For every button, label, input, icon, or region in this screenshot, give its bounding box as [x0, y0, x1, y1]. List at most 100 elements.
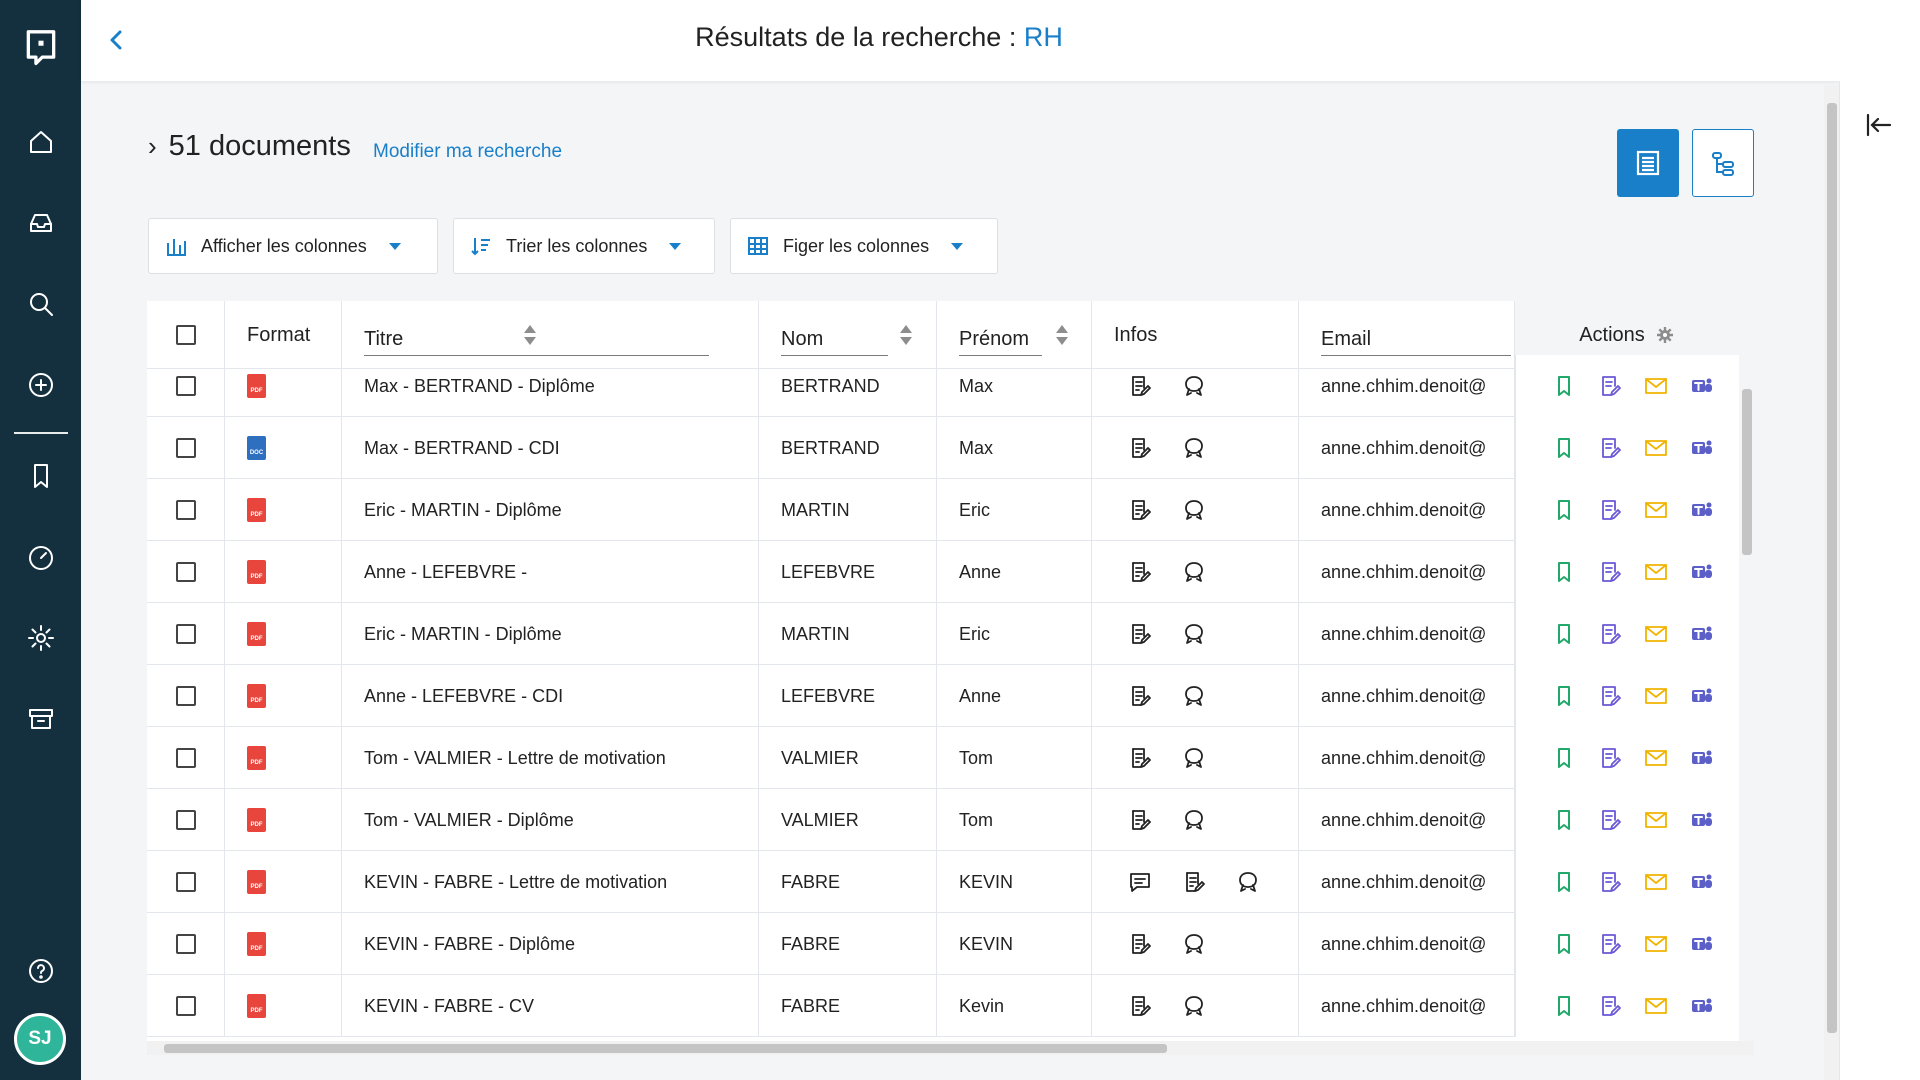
add-circle-icon[interactable]	[0, 365, 81, 405]
results-count[interactable]: › 51 documents	[148, 130, 351, 163]
list-view-button[interactable]	[1617, 129, 1679, 197]
row-checkbox[interactable]	[175, 810, 196, 830]
edit-note-icon[interactable]	[1128, 808, 1152, 832]
bookmark-action-icon[interactable]	[1552, 994, 1576, 1018]
badge-icon[interactable]	[1182, 932, 1206, 956]
email-cell[interactable]: anne.chhim.denoit@	[1299, 417, 1515, 479]
edit-note-icon[interactable]	[1128, 374, 1152, 398]
page-scrollbar[interactable]	[1824, 85, 1839, 1080]
titre-cell[interactable]: Tom - VALMIER - Lettre de motivation	[342, 727, 759, 789]
edit-note-icon[interactable]	[1128, 560, 1152, 584]
email-cell[interactable]: anne.chhim.denoit@	[1299, 975, 1515, 1037]
dashboard-gauge-icon[interactable]	[0, 537, 81, 577]
mail-action-icon[interactable]	[1644, 498, 1668, 522]
bookmark-action-icon[interactable]	[1552, 436, 1576, 460]
teams-action-icon[interactable]	[1690, 870, 1714, 894]
mail-action-icon[interactable]	[1644, 684, 1668, 708]
edit-action-icon[interactable]	[1598, 746, 1622, 770]
badge-icon[interactable]	[1182, 560, 1206, 584]
table-vertical-scrollbar[interactable]	[1739, 301, 1754, 1041]
sort-arrows-icon[interactable]	[900, 325, 912, 347]
mail-action-icon[interactable]	[1644, 374, 1668, 398]
edit-note-icon[interactable]	[1128, 622, 1152, 646]
comment-icon[interactable]	[1128, 870, 1152, 894]
bookmark-action-icon[interactable]	[1552, 498, 1576, 522]
edit-action-icon[interactable]	[1598, 684, 1622, 708]
page-scrollbar-thumb[interactable]	[1827, 103, 1837, 1033]
inbox-icon[interactable]	[0, 203, 81, 243]
badge-icon[interactable]	[1182, 622, 1206, 646]
email-cell[interactable]: anne.chhim.denoit@	[1299, 479, 1515, 541]
bookmark-action-icon[interactable]	[1552, 374, 1576, 398]
teams-action-icon[interactable]	[1690, 994, 1714, 1018]
bookmark-icon[interactable]	[0, 456, 81, 496]
email-cell[interactable]: anne.chhim.denoit@	[1299, 851, 1515, 913]
bookmark-action-icon[interactable]	[1552, 932, 1576, 956]
table-row[interactable]: PDF Anne - LEFEBVRE - LEFEBVRE Anne anne.chh…	[147, 541, 1739, 603]
badge-icon[interactable]	[1182, 684, 1206, 708]
mail-action-icon[interactable]	[1644, 746, 1668, 770]
tree-view-button[interactable]	[1692, 129, 1754, 197]
edit-note-icon[interactable]	[1128, 436, 1152, 460]
mail-action-icon[interactable]	[1644, 622, 1668, 646]
bookmark-action-icon[interactable]	[1552, 808, 1576, 832]
badge-icon[interactable]	[1182, 374, 1206, 398]
table-row[interactable]: PDF Max - BERTRAND - Diplôme BERTRAND Max an…	[147, 355, 1739, 417]
bookmark-action-icon[interactable]	[1552, 746, 1576, 770]
edit-note-icon[interactable]	[1128, 746, 1152, 770]
row-checkbox[interactable]	[175, 624, 196, 644]
edit-note-icon[interactable]	[1128, 932, 1152, 956]
row-checkbox[interactable]	[175, 438, 196, 458]
row-checkbox[interactable]	[175, 934, 196, 954]
edit-note-icon[interactable]	[1128, 994, 1152, 1018]
modify-search-link[interactable]: Modifier ma recherche	[373, 141, 562, 163]
email-cell[interactable]: anne.chhim.denoit@	[1299, 603, 1515, 665]
row-checkbox[interactable]	[175, 872, 196, 892]
table-row[interactable]: PDF KEVIN - FABRE - Diplôme FABRE KEVIN anne…	[147, 913, 1739, 975]
bookmark-action-icon[interactable]	[1552, 870, 1576, 894]
table-row[interactable]: PDF KEVIN - FABRE - Lettre de motivation F…	[147, 851, 1739, 913]
home-icon[interactable]	[0, 122, 81, 162]
titre-cell[interactable]: Eric - MARTIN - Diplôme	[342, 603, 759, 665]
edit-action-icon[interactable]	[1598, 374, 1622, 398]
edit-action-icon[interactable]	[1598, 808, 1622, 832]
select-all-checkbox[interactable]	[175, 325, 196, 345]
email-cell[interactable]: anne.chhim.denoit@	[1299, 541, 1515, 603]
email-cell[interactable]: anne.chhim.denoit@	[1299, 913, 1515, 975]
email-cell[interactable]: anne.chhim.denoit@	[1299, 789, 1515, 851]
table-row[interactable]: PDF Eric - MARTIN - Diplôme MARTIN Eric anne…	[147, 479, 1739, 541]
table-row[interactable]: PDF Eric - MARTIN - Diplôme MARTIN Eric anne…	[147, 603, 1739, 665]
row-checkbox[interactable]	[175, 500, 196, 520]
sort-columns-button[interactable]: Trier les colonnes	[453, 218, 715, 274]
teams-action-icon[interactable]	[1690, 498, 1714, 522]
edit-note-icon[interactable]	[1128, 498, 1152, 522]
teams-action-icon[interactable]	[1690, 436, 1714, 460]
teams-action-icon[interactable]	[1690, 622, 1714, 646]
mail-action-icon[interactable]	[1644, 808, 1668, 832]
email-cell[interactable]: anne.chhim.denoit@	[1299, 665, 1515, 727]
bookmark-action-icon[interactable]	[1552, 560, 1576, 584]
table-row[interactable]: PDF Tom - VALMIER - Diplôme VALMIER Tom anne…	[147, 789, 1739, 851]
teams-action-icon[interactable]	[1690, 808, 1714, 832]
collapse-panel-button[interactable]	[1860, 107, 1896, 143]
edit-action-icon[interactable]	[1598, 932, 1622, 956]
teams-action-icon[interactable]	[1690, 374, 1714, 398]
mail-action-icon[interactable]	[1644, 932, 1668, 956]
bookmark-action-icon[interactable]	[1552, 684, 1576, 708]
mail-action-icon[interactable]	[1644, 436, 1668, 460]
mail-action-icon[interactable]	[1644, 870, 1668, 894]
badge-icon[interactable]	[1182, 808, 1206, 832]
edit-action-icon[interactable]	[1598, 994, 1622, 1018]
teams-action-icon[interactable]	[1690, 932, 1714, 956]
table-horizontal-scrollbar[interactable]	[147, 1041, 1754, 1055]
search-icon[interactable]	[0, 284, 81, 324]
email-cell[interactable]: anne.chhim.denoit@	[1299, 355, 1515, 417]
sort-arrows-icon[interactable]	[524, 325, 536, 347]
edit-action-icon[interactable]	[1598, 560, 1622, 584]
edit-note-icon[interactable]	[1128, 684, 1152, 708]
titre-cell[interactable]: KEVIN - FABRE - CV	[342, 975, 759, 1037]
table-row[interactable]: PDF KEVIN - FABRE - CV FABRE Kevin anne.chhi…	[147, 975, 1739, 1037]
table-scrollbar-thumb[interactable]	[1742, 389, 1752, 555]
table-row[interactable]: PDF Anne - LEFEBVRE - CDI LEFEBVRE Anne anne…	[147, 665, 1739, 727]
badge-icon[interactable]	[1182, 994, 1206, 1018]
